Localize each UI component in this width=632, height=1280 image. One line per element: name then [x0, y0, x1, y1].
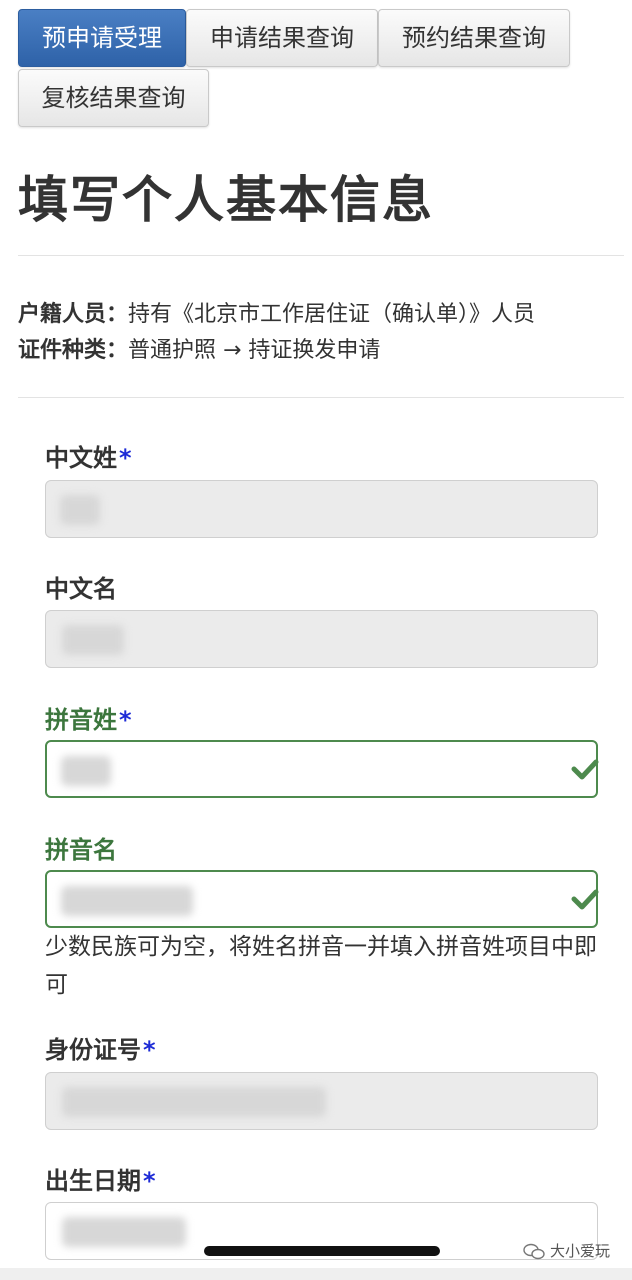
required-mark: *: [143, 1036, 156, 1064]
household-label: 户籍人员：: [18, 302, 129, 327]
household-value: 持有《北京市工作居住证（确认单）》人员: [128, 302, 536, 327]
home-indicator[interactable]: [204, 1246, 440, 1256]
birth-date-label: 出生日期*: [45, 1167, 156, 1195]
required-mark: *: [143, 1167, 156, 1195]
pinyin-help-text: 少数民族可为空，将姓名拼音一并填入拼音姓项目中即可: [45, 934, 597, 998]
tab-pre-application[interactable]: 预申请受理: [18, 9, 186, 67]
page-title: 填写个人基本信息: [18, 171, 434, 229]
check-icon: [571, 889, 599, 910]
py-given-name-input[interactable]: [45, 870, 599, 928]
tab-review-result[interactable]: 复核结果查询: [18, 69, 209, 127]
redacted-value: [62, 625, 124, 655]
required-mark: *: [119, 444, 132, 472]
document-type-value: 普通护照 → 持证换发申请: [128, 338, 381, 363]
redacted-value: [61, 886, 193, 916]
wechat-icon: [523, 1243, 545, 1259]
household-info: 户籍人员：持有《北京市工作居住证（确认单）》人员: [18, 296, 535, 328]
cn-surname-label: 中文姓*: [45, 444, 132, 472]
required-mark: *: [119, 706, 132, 734]
redacted-value: [62, 1087, 326, 1117]
divider: [18, 255, 624, 256]
document-type-info: 证件种类：普通护照 → 持证换发申请: [18, 332, 380, 364]
document-type-label: 证件种类：: [18, 338, 129, 363]
redacted-value: [60, 495, 100, 525]
watermark: 大小爱玩: [523, 1240, 610, 1264]
bottom-strip: [0, 1268, 632, 1280]
redacted-value: [61, 756, 111, 786]
tab-application-result[interactable]: 申请结果查询: [186, 9, 378, 67]
cn-given-name-input[interactable]: [45, 610, 598, 668]
divider: [18, 397, 624, 398]
id-number-input[interactable]: [45, 1072, 598, 1130]
tab-appointment-result[interactable]: 预约结果查询: [378, 9, 570, 67]
py-surname-label: 拼音姓*: [45, 706, 132, 734]
cn-surname-input[interactable]: [45, 480, 598, 538]
id-number-label: 身份证号*: [45, 1036, 156, 1064]
py-given-name-label: 拼音名: [45, 836, 117, 864]
py-surname-input[interactable]: [45, 740, 599, 798]
check-icon: [571, 759, 599, 780]
redacted-value: [62, 1217, 186, 1247]
cn-given-name-label: 中文名: [45, 575, 117, 603]
